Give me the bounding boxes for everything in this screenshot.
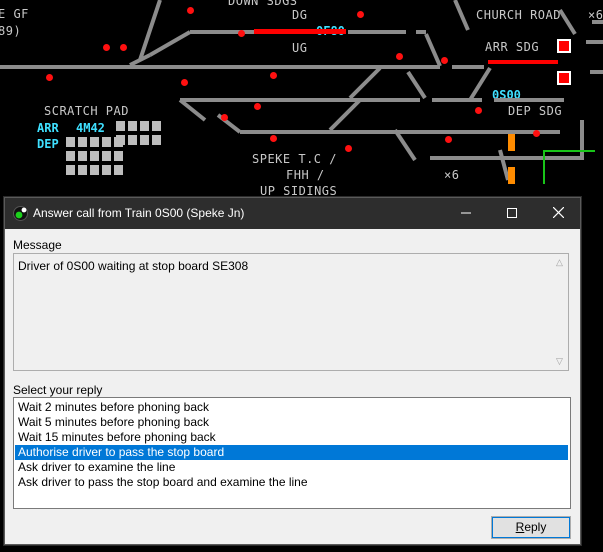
minimize-icon bbox=[461, 212, 471, 214]
maximize-icon bbox=[507, 208, 517, 218]
signal-red[interactable] bbox=[396, 53, 403, 60]
signal-red[interactable] bbox=[103, 44, 110, 51]
signal-red[interactable] bbox=[475, 107, 482, 114]
green-indicator bbox=[545, 150, 595, 152]
dialog-titlebar[interactable]: Answer call from Train 0S00 (Speke Jn) bbox=[5, 198, 580, 229]
minimize-button[interactable] bbox=[443, 198, 489, 229]
signal-red[interactable] bbox=[441, 57, 448, 64]
amber-indicator bbox=[508, 134, 515, 151]
stop-board-signal[interactable] bbox=[557, 71, 571, 85]
traffic-light-icon bbox=[13, 206, 28, 221]
list-item[interactable]: Wait 2 minutes before phoning back bbox=[15, 400, 568, 415]
signal-red[interactable] bbox=[187, 7, 194, 14]
close-button[interactable] bbox=[535, 198, 581, 229]
signal-red[interactable] bbox=[254, 103, 261, 110]
list-item[interactable]: Wait 15 minutes before phoning back bbox=[15, 430, 568, 445]
stop-board-signal[interactable] bbox=[557, 39, 571, 53]
signal-red[interactable] bbox=[345, 145, 352, 152]
reply-button[interactable]: Reply bbox=[491, 516, 571, 539]
signal-red[interactable] bbox=[181, 79, 188, 86]
close-icon bbox=[552, 206, 564, 219]
reply-listbox[interactable]: Wait 2 minutes before phoning back Wait … bbox=[13, 397, 571, 509]
message-scrollbar[interactable]: △ ▽ bbox=[551, 254, 568, 370]
list-item-selected[interactable]: Authorise driver to pass the stop board bbox=[15, 445, 568, 460]
list-item[interactable]: Wait 5 minutes before phoning back bbox=[15, 415, 568, 430]
signal-red[interactable] bbox=[445, 136, 452, 143]
reply-button-label: eply bbox=[524, 520, 547, 534]
signal-red[interactable] bbox=[46, 74, 53, 81]
green-indicator bbox=[543, 150, 545, 184]
signal-red[interactable] bbox=[238, 30, 245, 37]
signal-red[interactable] bbox=[270, 135, 277, 142]
message-textbox[interactable]: Driver of 0S00 waiting at stop board SE3… bbox=[13, 253, 569, 371]
scroll-down-icon[interactable]: ▽ bbox=[551, 356, 568, 367]
maximize-button[interactable] bbox=[489, 198, 535, 229]
message-text: Driver of 0S00 waiting at stop board SE3… bbox=[18, 259, 249, 273]
answer-call-dialog: Answer call from Train 0S00 (Speke Jn) M… bbox=[4, 197, 581, 545]
message-label: Message bbox=[13, 238, 62, 252]
signal-red[interactable] bbox=[533, 130, 540, 137]
list-item[interactable]: Ask driver to pass the stop board and ex… bbox=[15, 475, 568, 490]
signal-red[interactable] bbox=[270, 72, 277, 79]
reply-label: Select your reply bbox=[13, 383, 103, 397]
dialog-title: Answer call from Train 0S00 (Speke Jn) bbox=[33, 206, 245, 220]
list-item[interactable]: Ask driver to examine the line bbox=[15, 460, 568, 475]
signal-red[interactable] bbox=[221, 114, 228, 121]
scroll-up-icon[interactable]: △ bbox=[551, 257, 568, 268]
signal-red[interactable] bbox=[357, 11, 364, 18]
signal-red[interactable] bbox=[120, 44, 127, 51]
amber-indicator bbox=[508, 167, 515, 184]
